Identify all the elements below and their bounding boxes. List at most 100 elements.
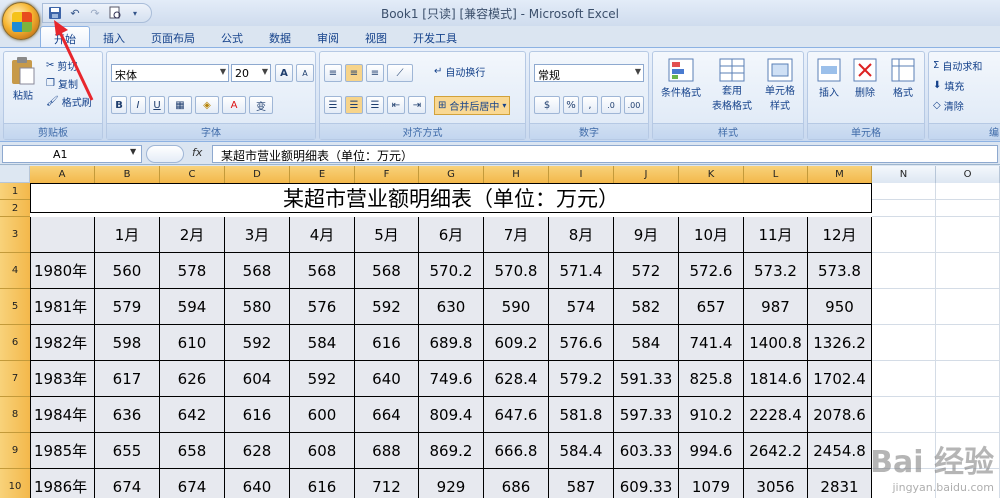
paste-button[interactable]: 粘贴: [10, 56, 36, 102]
empty-cell[interactable]: [872, 289, 936, 325]
percent-button[interactable]: %: [563, 96, 579, 114]
column-header[interactable]: F: [355, 166, 419, 183]
insert-cells-button[interactable]: 插入: [812, 58, 846, 99]
empty-cell[interactable]: [936, 217, 1000, 253]
empty-cell[interactable]: [872, 200, 936, 217]
table-cell[interactable]: 616: [355, 325, 419, 361]
table-cell[interactable]: 570.8: [484, 253, 549, 289]
empty-cell[interactable]: [936, 325, 1000, 361]
table-cell[interactable]: 950: [808, 289, 872, 325]
table-cell[interactable]: 1079: [679, 469, 744, 498]
align-bottom-button[interactable]: ≡: [366, 64, 384, 82]
align-center-button[interactable]: ☰: [345, 96, 363, 114]
orientation-button[interactable]: ⟋: [387, 64, 413, 82]
table-cell[interactable]: 3056: [744, 469, 808, 498]
number-format-select[interactable]: 常规 ▼: [534, 64, 644, 82]
column-header[interactable]: J: [614, 166, 679, 183]
table-cell[interactable]: 666.8: [484, 433, 549, 469]
column-header[interactable]: D: [225, 166, 290, 183]
bold-button[interactable]: B: [111, 96, 127, 114]
column-header[interactable]: B: [95, 166, 160, 183]
table-cell[interactable]: 584.4: [549, 433, 614, 469]
table-cell[interactable]: 825.8: [679, 361, 744, 397]
align-left-button[interactable]: ☰: [324, 96, 342, 114]
tab-formulas[interactable]: 公式: [208, 26, 256, 48]
column-header[interactable]: E: [290, 166, 355, 183]
year-cell[interactable]: 1983年: [30, 361, 95, 397]
row-header[interactable]: 1: [0, 183, 30, 200]
table-cell[interactable]: 674: [160, 469, 225, 498]
table-cell[interactable]: 568: [355, 253, 419, 289]
column-header[interactable]: H: [484, 166, 549, 183]
table-cell[interactable]: 2228.4: [744, 397, 808, 433]
month-header-cell[interactable]: 9月: [614, 217, 679, 253]
column-header[interactable]: O: [936, 166, 1000, 183]
table-cell[interactable]: 568: [290, 253, 355, 289]
column-header[interactable]: K: [679, 166, 744, 183]
decrease-indent-button[interactable]: ⇤: [387, 96, 405, 114]
table-cell[interactable]: 592: [355, 289, 419, 325]
table-cell[interactable]: 584: [290, 325, 355, 361]
table-cell[interactable]: 657: [679, 289, 744, 325]
table-cell[interactable]: 592: [225, 325, 290, 361]
empty-cell[interactable]: [872, 361, 936, 397]
table-cell[interactable]: 572: [614, 253, 679, 289]
table-cell[interactable]: 582: [614, 289, 679, 325]
office-button[interactable]: [2, 2, 40, 40]
table-cell[interactable]: 655: [95, 433, 160, 469]
row-header[interactable]: 8: [0, 397, 30, 433]
empty-cell[interactable]: [936, 397, 1000, 433]
table-cell[interactable]: 2831: [808, 469, 872, 498]
table-cell[interactable]: 560: [95, 253, 160, 289]
month-header-cell[interactable]: 8月: [549, 217, 614, 253]
year-cell[interactable]: 1981年: [30, 289, 95, 325]
name-box[interactable]: A1: [2, 145, 142, 163]
align-top-button[interactable]: ≡: [324, 64, 342, 82]
table-cell[interactable]: 640: [355, 361, 419, 397]
month-header-cell[interactable]: 5月: [355, 217, 419, 253]
row-header[interactable]: 10: [0, 469, 30, 498]
empty-cell[interactable]: [872, 217, 936, 253]
empty-cell[interactable]: [936, 183, 1000, 200]
column-header[interactable]: N: [872, 166, 936, 183]
empty-cell[interactable]: [936, 289, 1000, 325]
table-cell[interactable]: 628.4: [484, 361, 549, 397]
insert-function-button[interactable]: fx: [192, 146, 202, 159]
table-cell[interactable]: 594: [160, 289, 225, 325]
cell-styles-button[interactable]: 单元格 样式: [757, 58, 803, 112]
increase-decimal-button[interactable]: .0: [601, 96, 621, 114]
table-cell[interactable]: 647.6: [484, 397, 549, 433]
month-header-cell[interactable]: 2月: [160, 217, 225, 253]
table-cell[interactable]: 636: [95, 397, 160, 433]
row-header[interactable]: 3: [0, 217, 30, 253]
empty-cell[interactable]: [936, 361, 1000, 397]
column-header[interactable]: M: [808, 166, 872, 183]
font-size-select[interactable]: 20 ▼: [231, 64, 271, 82]
table-cell[interactable]: 674: [95, 469, 160, 498]
table-cell[interactable]: 809.4: [419, 397, 484, 433]
font-color-button[interactable]: A: [222, 96, 246, 114]
year-cell[interactable]: 1980年: [30, 253, 95, 289]
column-header[interactable]: G: [419, 166, 484, 183]
month-header-cell[interactable]: 6月: [419, 217, 484, 253]
table-cell[interactable]: 2078.6: [808, 397, 872, 433]
table-cell[interactable]: 584: [614, 325, 679, 361]
format-as-table-button[interactable]: 套用 表格格式: [707, 58, 757, 112]
column-header[interactable]: C: [160, 166, 225, 183]
format-cells-button[interactable]: 格式: [886, 58, 920, 99]
table-cell[interactable]: 572.6: [679, 253, 744, 289]
column-header[interactable]: I: [549, 166, 614, 183]
fill-button[interactable]: ⬇ 填充: [933, 78, 964, 93]
wrap-text-button[interactable]: ↵ 自动换行: [434, 64, 485, 79]
table-cell[interactable]: 610: [160, 325, 225, 361]
customize-qat-icon[interactable]: ▾: [127, 5, 143, 21]
table-cell[interactable]: 592: [290, 361, 355, 397]
table-cell[interactable]: 630: [419, 289, 484, 325]
decrease-decimal-button[interactable]: .00: [624, 96, 644, 114]
table-cell[interactable]: 590: [484, 289, 549, 325]
table-cell[interactable]: 587: [549, 469, 614, 498]
sheet-title-cell[interactable]: 某超市营业额明细表（单位：万元）: [30, 183, 872, 213]
empty-cell[interactable]: [872, 253, 936, 289]
row-header[interactable]: 6: [0, 325, 30, 361]
tab-review[interactable]: 审阅: [304, 26, 352, 48]
